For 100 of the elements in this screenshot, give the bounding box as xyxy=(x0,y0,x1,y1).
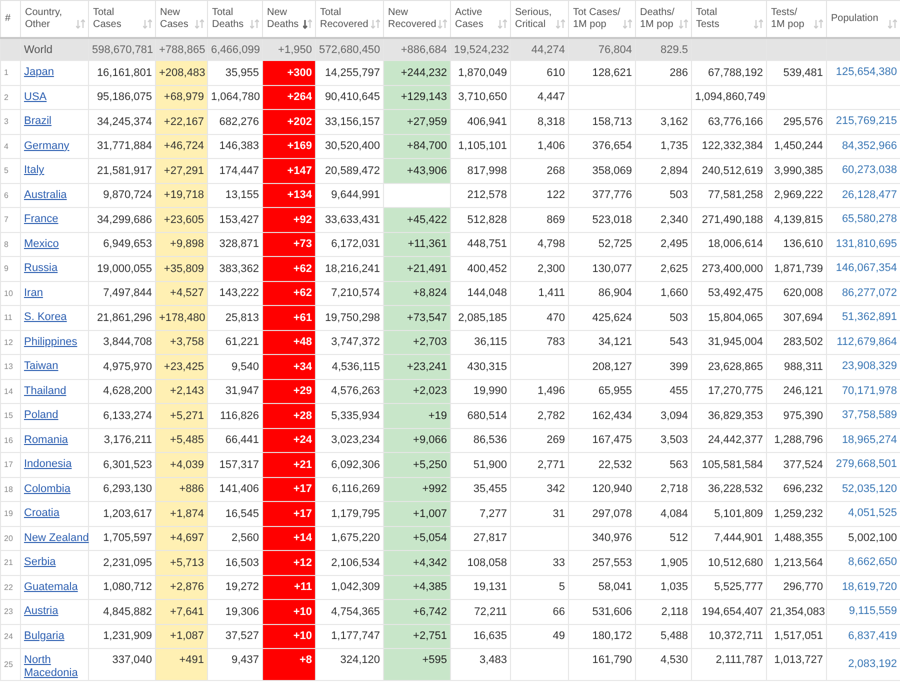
table-cell: 257,553 xyxy=(568,550,636,575)
table-cell: +129,143 xyxy=(384,85,450,110)
table-cell: 7,277 xyxy=(450,502,510,526)
table-cell: +147 xyxy=(262,158,316,183)
row-number: 23 xyxy=(0,600,20,624)
table-cell: 31 xyxy=(510,502,568,526)
table-cell: +24 xyxy=(262,428,316,452)
row-number: 5 xyxy=(0,158,20,183)
row-number: 15 xyxy=(0,404,20,428)
table-cell: 503 xyxy=(636,306,692,330)
table-cell: +886 xyxy=(156,477,208,502)
table-cell: 240,512,619 xyxy=(692,158,766,183)
table-cell: +29 xyxy=(262,379,316,404)
table-cell: 23,628,865 xyxy=(692,354,766,379)
country-link[interactable]: Iran xyxy=(24,286,43,300)
table-cell: 470 xyxy=(510,306,568,330)
table-cell: +23,605 xyxy=(156,208,208,232)
table-cell: 2,771 xyxy=(510,452,568,477)
table-cell: +178,480 xyxy=(156,306,208,330)
table-cell: 430,315 xyxy=(450,354,510,379)
table-cell: 539,481 xyxy=(766,60,826,85)
country-link[interactable]: USA xyxy=(24,90,47,104)
table-cell: 1,870,049 xyxy=(450,60,510,85)
table-cell: 3,162 xyxy=(636,110,692,134)
table-cell: +34 xyxy=(262,354,316,379)
table-cell: 2,340 xyxy=(636,208,692,232)
table-cell: +84,700 xyxy=(384,134,450,158)
table-cell: 425,624 xyxy=(568,306,636,330)
table-cell: +45,422 xyxy=(384,208,450,232)
row-number: 1 xyxy=(0,60,20,85)
table-cell: 2,085,185 xyxy=(450,306,510,330)
table-cell: 531,606 xyxy=(568,600,636,624)
row-number: 17 xyxy=(0,452,20,477)
table-cell: +491 xyxy=(156,648,208,680)
table-cell: 72,211 xyxy=(450,600,510,624)
table-cell: +169 xyxy=(262,134,316,158)
table-cell: +6,742 xyxy=(384,600,450,624)
table-cell: 297,078 xyxy=(568,502,636,526)
table-cell: +48 xyxy=(262,330,316,354)
table-cell: +5,250 xyxy=(384,452,450,477)
table-cell: +1,087 xyxy=(156,624,208,648)
table-cell: 273,400,000 xyxy=(692,256,766,281)
table-cell: 63,776,166 xyxy=(692,110,766,134)
table-cell: 1,213,564 xyxy=(766,550,826,575)
table-cell: +202 xyxy=(262,110,316,134)
table-cell: 15,804,065 xyxy=(692,306,766,330)
column-header[interactable]: # xyxy=(5,13,17,25)
table-cell: +992 xyxy=(384,477,450,502)
table-cell: +2,023 xyxy=(384,379,450,404)
table-cell: 2,118 xyxy=(636,600,692,624)
country-link[interactable]: Italy xyxy=(24,164,44,178)
table-cell: +5,271 xyxy=(156,404,208,428)
table-cell: 988,311 xyxy=(766,354,826,379)
table-cell: +21,491 xyxy=(384,256,450,281)
table-cell: +8 xyxy=(262,648,316,680)
table-cell: +28 xyxy=(262,404,316,428)
table-cell: +27,959 xyxy=(384,110,450,134)
table-cell: +4,039 xyxy=(156,452,208,477)
table-cell: +12 xyxy=(262,550,316,575)
row-number: 13 xyxy=(0,354,20,379)
table-cell: +62 xyxy=(262,256,316,281)
table-cell: 2,894 xyxy=(636,158,692,183)
table-cell: 21,354,083 xyxy=(766,600,826,624)
row-number: 25 xyxy=(0,648,20,680)
table-cell: 3,094 xyxy=(636,404,692,428)
table-cell: 22,532 xyxy=(568,452,636,477)
table-cell: 1,013,727 xyxy=(766,648,826,680)
table-cell: +92 xyxy=(262,208,316,232)
table-cell: 2,111,787 xyxy=(692,648,766,680)
table-cell: +21 xyxy=(262,452,316,477)
table-cell: +23,241 xyxy=(384,354,450,379)
row-number: 7 xyxy=(0,208,20,232)
sort-icon[interactable] xyxy=(303,19,312,29)
table-cell: 523,018 xyxy=(568,208,636,232)
table-cell: 680,514 xyxy=(450,404,510,428)
row-number: 21 xyxy=(0,550,20,575)
table-cell: 307,694 xyxy=(766,306,826,330)
table-cell: +4,697 xyxy=(156,526,208,550)
table-cell: 869 xyxy=(510,208,568,232)
table-cell: 975,390 xyxy=(766,404,826,428)
table-cell: 2,782 xyxy=(510,404,568,428)
table-cell: 161,790 xyxy=(568,648,636,680)
table-cell: 105,581,584 xyxy=(692,452,766,477)
table-cell: 10,512,680 xyxy=(692,550,766,575)
row-number: 11 xyxy=(0,306,20,330)
table-cell: 295,576 xyxy=(766,110,826,134)
table-cell: +62 xyxy=(262,281,316,306)
table-cell: +9,898 xyxy=(156,232,208,256)
table-cell: +2,751 xyxy=(384,624,450,648)
table-cell: 208,127 xyxy=(568,354,636,379)
table-cell: 4,084 xyxy=(636,502,692,526)
table-cell: 2,625 xyxy=(636,256,692,281)
table-cell: +11 xyxy=(262,575,316,600)
table-cell: +61 xyxy=(262,306,316,330)
table-cell: 2,300 xyxy=(510,256,568,281)
table-cell: +46,724 xyxy=(156,134,208,158)
row-number: 3 xyxy=(0,110,20,134)
table-cell: +10 xyxy=(262,600,316,624)
table-cell: 377,524 xyxy=(766,452,826,477)
table-cell: 51,900 xyxy=(450,452,510,477)
